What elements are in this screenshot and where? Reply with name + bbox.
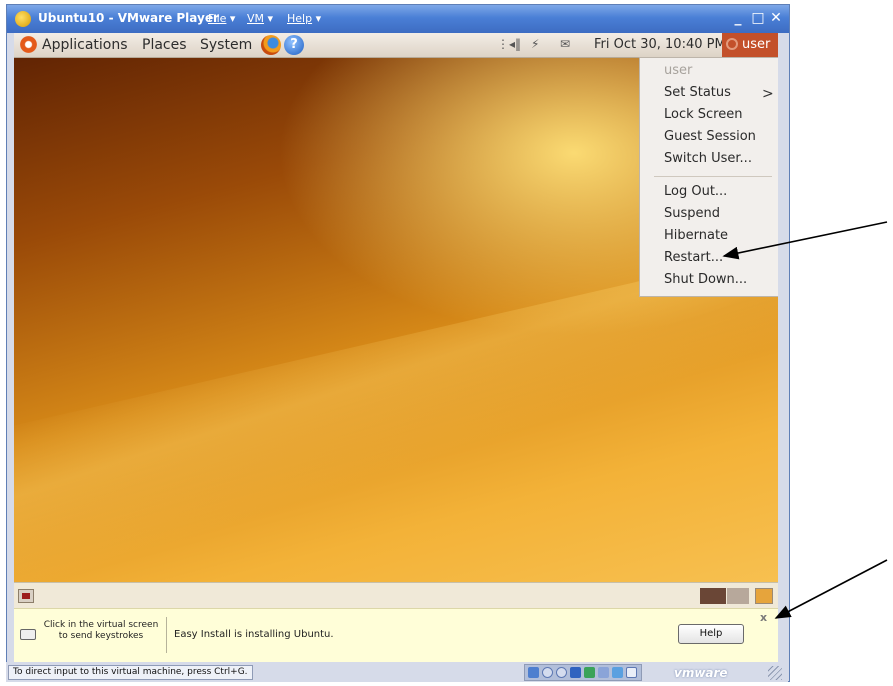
status-text: To direct input to this virtual machine,… bbox=[8, 665, 253, 680]
annotation-arrow-close bbox=[774, 559, 888, 619]
menu-hibernate[interactable]: Hibernate bbox=[664, 228, 728, 243]
menu-separator bbox=[654, 176, 772, 177]
workspace-2[interactable] bbox=[727, 588, 749, 604]
guest-bottom-panel bbox=[14, 582, 778, 609]
menu-suspend[interactable]: Suspend bbox=[664, 206, 720, 221]
power-icon bbox=[726, 38, 738, 50]
menu-switch-user[interactable]: Switch User... bbox=[664, 151, 752, 166]
vm-info-bar: Click in the virtual screen to send keys… bbox=[14, 608, 778, 663]
window-title: Ubuntu10 - VMware Player bbox=[38, 11, 219, 25]
minimize-button[interactable]: _ bbox=[730, 10, 746, 26]
info-hint-text: Click in the virtual screen to send keys… bbox=[43, 620, 159, 641]
menu-user-header: user bbox=[664, 63, 693, 78]
system-menu[interactable]: System bbox=[200, 37, 252, 53]
menu-help[interactable]: Help ▾ bbox=[287, 12, 321, 25]
ubuntu-logo-icon bbox=[20, 36, 37, 53]
help-button[interactable]: Help bbox=[678, 624, 744, 644]
menu-vm-label: VM bbox=[247, 12, 265, 25]
menu-file-label: File bbox=[208, 12, 227, 25]
menu-set-status[interactable]: Set Status bbox=[664, 85, 731, 100]
device-icons-tray bbox=[524, 664, 642, 681]
sound-icon[interactable] bbox=[612, 667, 623, 678]
places-menu[interactable]: Places bbox=[142, 37, 187, 53]
info-message: Easy Install is installing Ubuntu. bbox=[174, 629, 334, 640]
submenu-chevron-icon: > bbox=[762, 86, 774, 102]
info-close-icon[interactable]: x bbox=[760, 611, 767, 624]
keyboard-icon bbox=[20, 629, 36, 640]
usb-icon[interactable] bbox=[598, 667, 609, 678]
network-adapter-icon[interactable] bbox=[584, 667, 595, 678]
title-bar[interactable]: Ubuntu10 - VMware Player File ▾ VM ▾ Hel… bbox=[7, 5, 789, 33]
close-button[interactable]: ✕ bbox=[768, 10, 784, 26]
menu-shut-down[interactable]: Shut Down... bbox=[664, 272, 747, 287]
menu-restart[interactable]: Restart... bbox=[664, 250, 723, 265]
user-switcher-label: user bbox=[742, 37, 771, 52]
trash-icon[interactable] bbox=[755, 588, 773, 604]
panel-clock[interactable]: Fri Oct 30, 10:40 PM bbox=[594, 37, 726, 52]
user-session-menu: user Set Status > Lock Screen Guest Sess… bbox=[639, 57, 778, 297]
vmware-status-bar: To direct input to this virtual machine,… bbox=[6, 662, 788, 682]
workspace-1[interactable] bbox=[700, 588, 726, 604]
hdd-icon[interactable] bbox=[528, 667, 539, 678]
menu-help-label: Help bbox=[287, 12, 313, 25]
info-divider bbox=[166, 617, 167, 653]
menu-guest-session[interactable]: Guest Session bbox=[664, 129, 756, 144]
vmware-logo: vmware bbox=[674, 666, 728, 680]
vmware-app-icon bbox=[15, 11, 31, 27]
resize-grip-icon[interactable] bbox=[768, 666, 782, 680]
maximize-button[interactable]: □ bbox=[750, 10, 766, 26]
virtual-machine-screen[interactable]: Applications Places System ? ⋮◂‖ ⚡ ✉ Fri… bbox=[14, 33, 778, 582]
message-icon[interactable] bbox=[626, 667, 637, 678]
menu-log-out[interactable]: Log Out... bbox=[664, 184, 727, 199]
floppy-icon[interactable] bbox=[570, 667, 581, 678]
user-switcher-button[interactable]: user bbox=[722, 33, 778, 57]
mail-icon[interactable]: ✉ bbox=[560, 37, 570, 51]
cdrom-icon[interactable] bbox=[542, 667, 553, 678]
menu-vm[interactable]: VM ▾ bbox=[247, 12, 273, 25]
help-icon[interactable]: ? bbox=[284, 35, 304, 55]
volume-icon[interactable]: ⋮◂‖ bbox=[497, 37, 521, 51]
show-desktop-icon[interactable] bbox=[18, 589, 34, 603]
firefox-icon[interactable] bbox=[261, 35, 281, 55]
applications-menu[interactable]: Applications bbox=[42, 37, 128, 53]
gnome-top-panel: Applications Places System ? ⋮◂‖ ⚡ ✉ Fri… bbox=[14, 33, 778, 58]
cdrom-2-icon[interactable] bbox=[556, 667, 567, 678]
menu-file[interactable]: File ▾ bbox=[208, 12, 235, 25]
menu-lock-screen[interactable]: Lock Screen bbox=[664, 107, 742, 122]
network-icon[interactable]: ⚡ bbox=[531, 37, 539, 51]
